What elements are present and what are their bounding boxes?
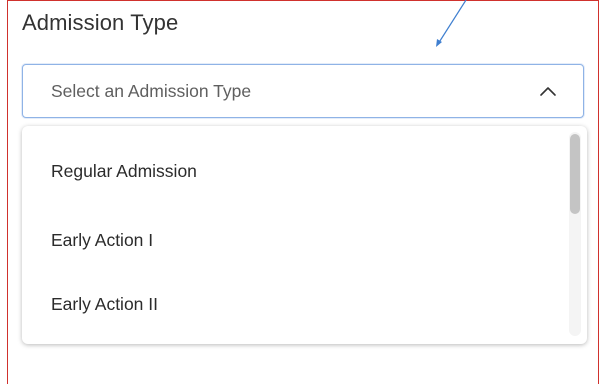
admission-type-label: Admission Type [22,10,179,35]
annotation-arrow-icon [436,0,467,47]
option-early-action-ii[interactable]: Early Action II [51,294,158,315]
annotation-frame-top [7,0,599,1]
scrollbar-thumb[interactable] [570,134,580,214]
chevron-up-icon[interactable] [539,85,557,97]
dropdown-scrollbar[interactable] [569,132,581,336]
admission-type-dropdown: Regular Admission Early Action I Early A… [22,126,587,344]
option-early-action-i[interactable]: Early Action I [51,230,153,251]
option-regular-admission[interactable]: Regular Admission [51,161,197,182]
admission-type-select[interactable]: Select an Admission Type [22,64,584,118]
select-placeholder: Select an Admission Type [51,81,252,101]
